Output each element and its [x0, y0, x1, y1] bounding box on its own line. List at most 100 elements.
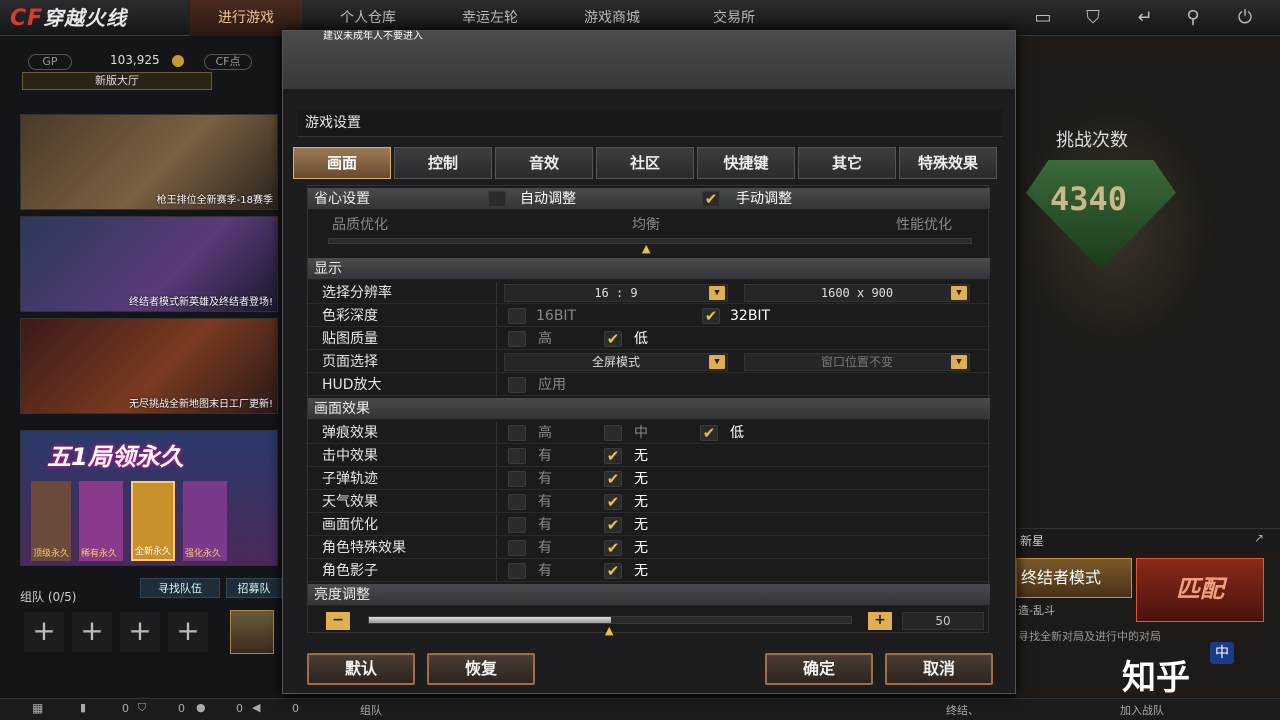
find-team-button[interactable]: 寻找队伍 — [140, 578, 220, 598]
avatar[interactable] — [230, 610, 274, 654]
effect-off-checkbox[interactable]: ✔ — [604, 471, 622, 487]
tab-special-effects[interactable]: 特殊效果 — [899, 147, 997, 179]
tab-controls[interactable]: 控制 — [394, 147, 492, 179]
window-position-dropdown[interactable]: 窗口位置不变 ▼ — [744, 353, 970, 371]
tv-icon[interactable]: ▭ — [1030, 6, 1056, 30]
match-button[interactable]: 匹配 — [1136, 558, 1264, 622]
cf-points-label: CF点 — [204, 54, 252, 70]
return-icon[interactable]: ↵ — [1132, 6, 1158, 30]
add-member-slot[interactable]: + — [168, 612, 208, 652]
display-section: 显示 — [308, 258, 990, 280]
dialog-title: 游戏设置 — [297, 109, 1003, 137]
count-4: 0 — [292, 702, 299, 715]
bullet-hole-mid-checkbox[interactable] — [604, 425, 622, 441]
promo-title: 五1局领永久 — [47, 443, 184, 471]
tab-graphics[interactable]: 画面 — [293, 147, 391, 179]
manual-adjust-label: 手动调整 — [736, 191, 792, 207]
shield-icon[interactable]: ⛉ — [1080, 6, 1106, 30]
bullet-hole-label: 弹痕效果 — [322, 425, 378, 441]
team-chat-label[interactable]: 组队 — [360, 702, 382, 718]
wrench-icon[interactable]: ⚲ — [1180, 6, 1206, 30]
brightness-slider-fill — [369, 617, 611, 623]
gp-value: 103,925 — [110, 53, 160, 67]
texture-low-checkbox[interactable]: ✔ — [604, 331, 622, 347]
effect-on-checkbox[interactable] — [508, 471, 526, 487]
game-logo: CF穿越火线 — [10, 2, 170, 34]
add-member-slot[interactable]: + — [120, 612, 160, 652]
brightness-slider[interactable] — [368, 616, 852, 624]
default-button[interactable]: 默认 — [307, 653, 415, 685]
effect-label: 子弹轨迹 — [322, 471, 378, 487]
quality-slider-thumb[interactable]: ▲ — [642, 242, 650, 255]
page-mode-row: 页面选择 全屏模式 ▼ 窗口位置不变 ▼ — [308, 351, 990, 373]
tab-hotkeys[interactable]: 快捷键 — [697, 147, 795, 179]
effect-on-label: 有 — [538, 494, 552, 510]
chevron-down-icon: ▼ — [951, 355, 967, 369]
resolution-dropdown[interactable]: 1600 x 900 ▼ — [744, 284, 970, 302]
color-depth-label: 色彩深度 — [322, 308, 378, 324]
texture-row: 贴图质量 高 ✔ 低 — [308, 328, 990, 350]
settings-dialog: 建议未成年人不要进入 游戏设置 画面 控制 音效 社区 快捷键 其它 特殊效果 … — [282, 30, 1016, 694]
new-star-bar: 新星 ↗ — [1016, 528, 1280, 550]
brightness-increase-button[interactable]: + — [868, 612, 892, 630]
cancel-button[interactable]: 取消 — [885, 653, 993, 685]
hud-apply-label: 应用 — [538, 377, 566, 393]
ime-indicator[interactable]: 中 — [1210, 642, 1234, 664]
banner-permanent-promo[interactable]: 五1局领永久 顶级永久 稀有永久 全新永久 强化永久 — [20, 430, 278, 566]
effect-off-checkbox[interactable]: ✔ — [604, 517, 622, 533]
tab-sound[interactable]: 音效 — [495, 147, 593, 179]
join-clan-label[interactable]: 加入战队 — [1120, 702, 1164, 718]
right-panel: 挑战次数 4340 新星 ↗ 终结者模式 造-乱斗 匹配 寻找全新对局及进行中的对… — [1016, 36, 1280, 700]
bullet-hole-mid-label: 中 — [634, 425, 648, 441]
recruit-button[interactable]: 招募队 — [226, 578, 282, 598]
effect-off-checkbox[interactable]: ✔ — [604, 448, 622, 464]
effect-on-checkbox[interactable] — [508, 448, 526, 464]
color-16bit-checkbox[interactable] — [508, 308, 526, 324]
manual-adjust-checkbox[interactable]: ✔ — [702, 191, 720, 207]
hud-label: HUD放大 — [322, 377, 382, 393]
effect-off-checkbox[interactable]: ✔ — [604, 563, 622, 579]
effect-off-label: 无 — [634, 448, 648, 464]
effect-on-checkbox[interactable] — [508, 563, 526, 579]
brightness-slider-thumb[interactable]: ▲ — [605, 624, 613, 637]
restore-button[interactable]: 恢复 — [427, 653, 535, 685]
brightness-value: 50 — [902, 612, 984, 630]
banner-terminator-mode[interactable]: 终结者模式新英雄及终结者登场! — [20, 216, 278, 312]
watermark: 知乎 — [1122, 658, 1190, 698]
new-lobby-tab[interactable]: 新版大厅 — [22, 72, 212, 90]
gp-label: GP — [28, 54, 72, 70]
resolution-row: 选择分辨率 16 : 9 ▼ 1600 x 900 ▼ — [308, 282, 990, 304]
auto-adjust-checkbox[interactable] — [488, 191, 506, 207]
banner-ranked-season[interactable]: 枪王排位全新赛季-18赛季 — [20, 114, 278, 210]
performance-label: 性能优化 — [896, 217, 952, 233]
effect-off-checkbox[interactable]: ✔ — [604, 540, 622, 556]
hud-apply-checkbox[interactable] — [508, 377, 526, 393]
add-member-slot[interactable]: + — [24, 612, 64, 652]
bullet-hole-low-checkbox[interactable]: ✔ — [700, 425, 718, 441]
color-32bit-checkbox[interactable]: ✔ — [702, 308, 720, 324]
page-mode-dropdown[interactable]: 全屏模式 ▼ — [504, 353, 728, 371]
bullet-hole-high-checkbox[interactable] — [508, 425, 526, 441]
banner-endless-challenge[interactable]: 无尽挑战全新地图末日工厂更新! — [20, 318, 278, 414]
add-member-slot[interactable]: + — [72, 612, 112, 652]
tab-community[interactable]: 社区 — [596, 147, 694, 179]
mode-selector[interactable]: 终结者模式 — [1016, 558, 1132, 598]
tab-other[interactable]: 其它 — [798, 147, 896, 179]
brightness-decrease-button[interactable]: − — [326, 612, 350, 630]
aspect-ratio-dropdown[interactable]: 16 : 9 ▼ — [504, 284, 728, 302]
texture-label: 贴图质量 — [322, 331, 378, 347]
effect-off-label: 无 — [634, 471, 648, 487]
effect-on-checkbox[interactable] — [508, 540, 526, 556]
effect-on-checkbox[interactable] — [508, 517, 526, 533]
texture-high-checkbox[interactable] — [508, 331, 526, 347]
power-icon[interactable]: ⏻ — [1232, 6, 1258, 30]
ok-button[interactable]: 确定 — [765, 653, 873, 685]
effect-on-label: 有 — [538, 471, 552, 487]
color-16bit-label: 16BIT — [536, 308, 577, 324]
team-label: 组队 (0/5) — [20, 590, 77, 604]
effect-off-checkbox[interactable]: ✔ — [604, 494, 622, 510]
grid-icon[interactable]: ▦ — [32, 701, 43, 715]
end-label: 终结、 — [946, 704, 979, 717]
easy-settings-label: 省心设置 — [314, 191, 370, 207]
effect-on-checkbox[interactable] — [508, 494, 526, 510]
